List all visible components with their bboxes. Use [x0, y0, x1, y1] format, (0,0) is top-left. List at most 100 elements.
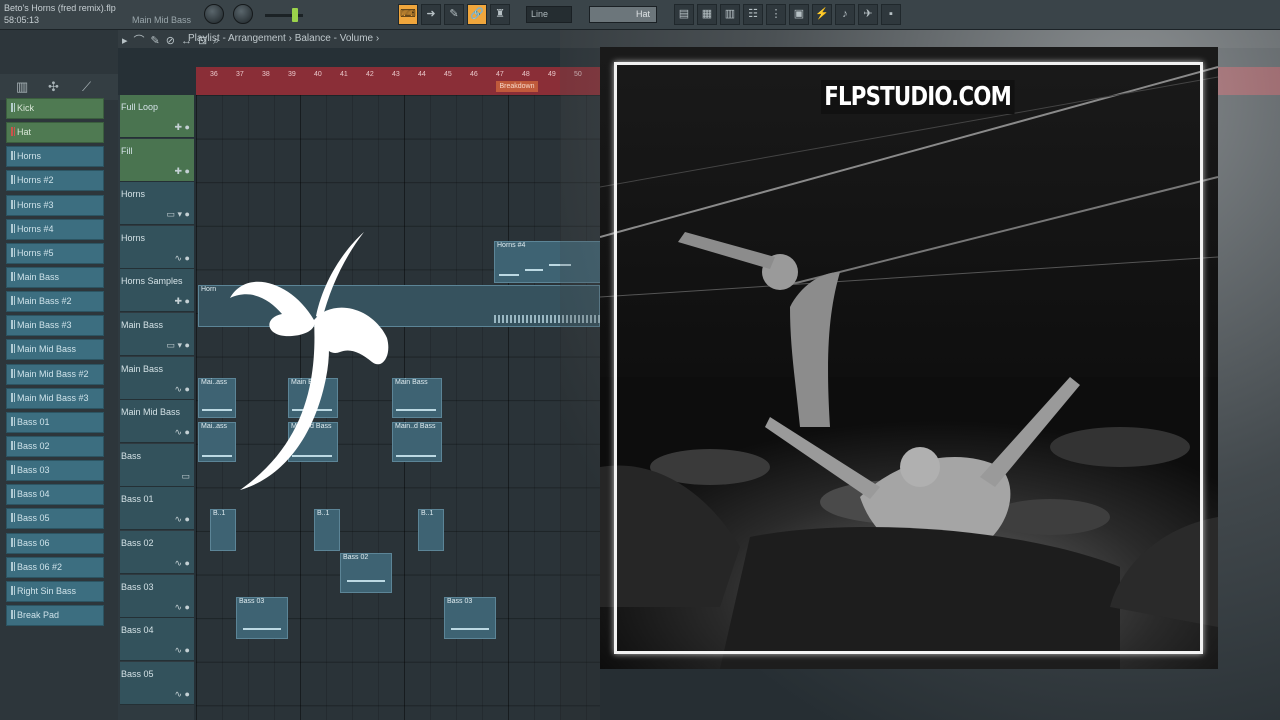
- browser-plugins-icon[interactable]: ✣: [48, 79, 59, 95]
- channel-rack-icon[interactable]: ▥: [720, 4, 740, 25]
- channel-button[interactable]: Kick: [6, 98, 104, 119]
- track-header[interactable]: Full Loop ✚ ●: [120, 95, 194, 138]
- channel-button[interactable]: Right Sin Bass: [6, 580, 104, 602]
- channel-button[interactable]: Bass 05: [6, 508, 104, 530]
- channel-button[interactable]: Break Pad: [6, 604, 104, 626]
- track-header[interactable]: Bass 03 ∿ ●: [120, 574, 194, 618]
- channel-button[interactable]: Bass 02: [6, 435, 104, 457]
- channel-button[interactable]: Horns #5: [6, 242, 104, 264]
- channel-grip-icon: [11, 561, 15, 571]
- channel-button[interactable]: Main Bass #3: [6, 315, 104, 337]
- channel-grip-icon: [11, 320, 15, 330]
- pattern-clip[interactable]: B..1: [314, 509, 340, 551]
- playlist-breadcrumb[interactable]: Playlist - Arrangement › Balance - Volum…: [188, 33, 379, 44]
- channel-button[interactable]: Horns: [6, 146, 104, 168]
- track-controls[interactable]: ✚ ●: [175, 296, 190, 307]
- pattern-clip[interactable]: Bass 03: [236, 597, 288, 639]
- channel-button[interactable]: Horns #4: [6, 218, 104, 240]
- track-controls[interactable]: ∿ ●: [175, 253, 190, 264]
- channel-grip-icon: [11, 103, 15, 112]
- channel-label: Horns #4: [17, 223, 54, 234]
- pattern-clip[interactable]: B..1: [418, 509, 444, 551]
- channel-button[interactable]: Bass 04: [6, 484, 104, 506]
- channel-label: Main Mid Bass: [17, 344, 77, 355]
- track-header[interactable]: Horns Samples ✚ ●: [120, 269, 194, 313]
- track-controls[interactable]: ▭ ▾ ●: [167, 340, 190, 351]
- channel-button[interactable]: Horns #3: [6, 194, 104, 216]
- track-header[interactable]: Bass 04 ∿ ●: [120, 618, 194, 662]
- pattern-clip[interactable]: Bass 03: [444, 597, 496, 639]
- track-header[interactable]: Horns ▭ ▾ ●: [120, 182, 194, 226]
- channel-button[interactable]: Horns #2: [6, 170, 104, 192]
- current-channel-display[interactable]: Hat: [589, 6, 657, 23]
- typing-keyboard-button[interactable]: ⌨: [398, 4, 418, 25]
- track-header[interactable]: Main Mid Bass ∿ ●: [120, 400, 194, 444]
- track-header[interactable]: Main Bass ▭ ▾ ●: [120, 313, 194, 356]
- track-header[interactable]: Bass 05 ∿ ●: [120, 661, 194, 705]
- channel-button[interactable]: Bass 03: [6, 460, 104, 482]
- master-volume-knob[interactable]: [204, 4, 224, 24]
- channel-grip-icon: [11, 392, 15, 402]
- channel-label: Hat: [17, 127, 32, 138]
- browser-icon[interactable]: ▣: [789, 4, 809, 25]
- track-controls[interactable]: ∿ ●: [175, 514, 190, 525]
- pattern-clip[interactable]: Main Bass: [392, 378, 442, 418]
- track-name: Fill: [121, 145, 133, 156]
- tempo-slider-thumb[interactable]: [292, 8, 298, 22]
- link-icon[interactable]: 🔗: [467, 4, 487, 25]
- pattern-clip[interactable]: B..1: [210, 509, 236, 551]
- track-header[interactable]: Bass ▭: [120, 443, 194, 487]
- draw-tool-icon[interactable]: ✎: [444, 4, 464, 25]
- track-controls[interactable]: ∿ ●: [175, 645, 190, 656]
- track-controls[interactable]: ∿ ●: [175, 558, 190, 569]
- mixer-icon[interactable]: ☷: [743, 4, 763, 25]
- project-title: Beto's Horns (fred remix).flp: [4, 3, 116, 13]
- watermark-text: FLPSTUDIO.COM: [821, 80, 1015, 114]
- track-controls[interactable]: ✚ ●: [175, 166, 190, 177]
- ruler-bar-number: 41: [340, 71, 348, 78]
- channel-button[interactable]: Bass 06 #2: [6, 556, 104, 578]
- stamp-icon[interactable]: ♜: [490, 4, 510, 25]
- mixer-alt-icon[interactable]: ⋮: [766, 4, 786, 25]
- channel-label: Horns #3: [17, 199, 54, 210]
- channel-button[interactable]: Main Bass: [6, 266, 104, 288]
- channel-label: Bass 01: [17, 416, 50, 427]
- channel-grip-icon: [11, 609, 15, 619]
- track-controls[interactable]: ∿ ●: [175, 384, 190, 395]
- channel-button[interactable]: Main Bass #2: [6, 291, 104, 313]
- plugin-icon[interactable]: ⚡: [812, 4, 832, 25]
- master-pitch-knob[interactable]: [233, 4, 253, 24]
- save-icon[interactable]: ▪: [881, 4, 901, 25]
- channel-button[interactable]: Bass 06: [6, 532, 104, 554]
- ruler-bar-number: 45: [444, 71, 452, 78]
- track-controls[interactable]: ▭: [181, 471, 190, 482]
- track-header[interactable]: Bass 02 ∿ ●: [120, 531, 194, 574]
- ruler-bar-number: 47: [496, 71, 504, 78]
- pattern-clip[interactable]: Bass 02: [340, 553, 392, 593]
- channel-button[interactable]: Main Mid Bass #3: [6, 387, 104, 409]
- track-header[interactable]: Main Bass ∿ ●: [120, 356, 194, 400]
- send-icon[interactable]: ✈: [858, 4, 878, 25]
- track-header[interactable]: Fill ✚ ●: [120, 138, 194, 182]
- channel-button[interactable]: Main Mid Bass: [6, 339, 104, 361]
- tuner-icon[interactable]: ♪: [835, 4, 855, 25]
- track-name: Horns: [121, 232, 146, 243]
- channel-button[interactable]: Main Mid Bass #2: [6, 363, 104, 385]
- track-controls[interactable]: ∿ ●: [175, 427, 190, 438]
- track-controls[interactable]: ✚ ●: [175, 122, 190, 133]
- snap-select[interactable]: Line: [526, 6, 572, 23]
- arrangement-marker[interactable]: Breakdown: [496, 81, 538, 92]
- track-header[interactable]: Bass 01 ∿ ●: [120, 487, 194, 531]
- browser-all-icon[interactable]: ▥: [16, 79, 28, 95]
- playlist-icon[interactable]: ▤: [674, 4, 694, 25]
- channel-button[interactable]: Bass 01: [6, 411, 104, 433]
- step-edit-button[interactable]: ➜: [421, 4, 441, 25]
- track-header[interactable]: Horns ∿ ●: [120, 225, 194, 269]
- browser-link-icon[interactable]: ⟋: [82, 79, 91, 95]
- channel-button[interactable]: Hat: [6, 122, 104, 144]
- piano-roll-icon[interactable]: ▦: [697, 4, 717, 25]
- pattern-clip[interactable]: Main..d Bass: [392, 422, 442, 462]
- track-controls[interactable]: ▭ ▾ ●: [167, 209, 190, 220]
- track-controls[interactable]: ∿ ●: [175, 689, 190, 700]
- track-controls[interactable]: ∿ ●: [175, 602, 190, 613]
